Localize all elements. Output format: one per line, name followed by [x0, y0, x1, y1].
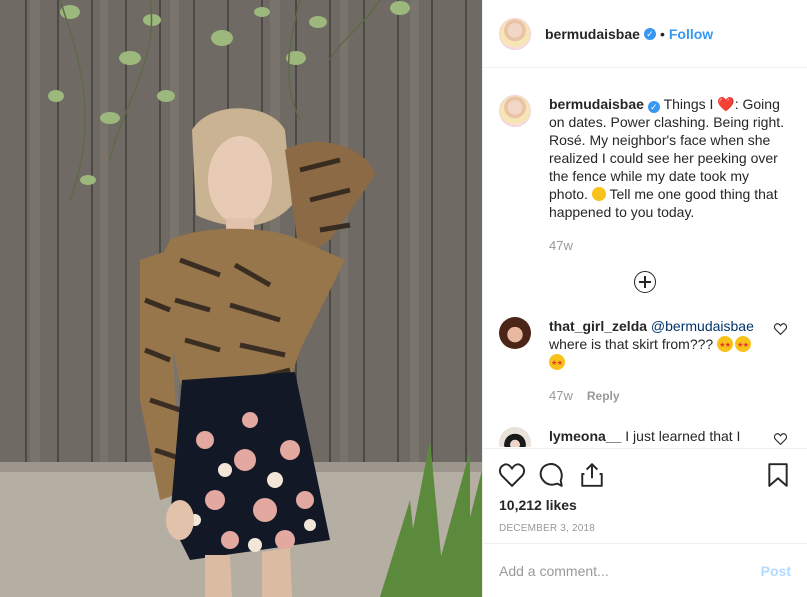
separator-dot: •: [659, 25, 665, 42]
comment-input[interactable]: [499, 562, 761, 579]
comment-item: lymeona__ I just learned that I: [483, 427, 807, 447]
comment-text: I just learned that I: [625, 428, 741, 444]
avatar[interactable]: [499, 17, 531, 50]
star-struck-emoji-icon: [549, 354, 565, 373]
commenter-avatar[interactable]: [499, 427, 531, 447]
reply-button[interactable]: Reply: [587, 389, 620, 403]
comment-heart-icon[interactable]: [774, 323, 787, 335]
comment-item: that_girl_zelda @bermudaisbae where is t…: [483, 317, 807, 405]
heart-icon[interactable]: [499, 462, 525, 488]
comment-text: where is that skirt from???: [549, 336, 714, 352]
post-actions-area: 10,212 likes December 3, 2018: [483, 448, 807, 542]
post-comment-button[interactable]: Post: [761, 563, 791, 579]
comments-list[interactable]: bermudaisbae ✓ Things I ❤️: Going on date…: [483, 69, 807, 447]
commenter-avatar[interactable]: [499, 317, 531, 349]
comment-mention[interactable]: @bermudaisbae: [651, 318, 754, 334]
verified-badge-icon: ✓: [643, 27, 656, 40]
caption-text-start: Things I: [663, 96, 718, 112]
comment-meta: 47w Reply: [549, 387, 759, 405]
comment-icon[interactable]: [539, 462, 565, 488]
comment-username[interactable]: that_girl_zelda: [549, 318, 647, 334]
red-heart-emoji-icon: ❤️: [717, 96, 735, 112]
post-photo[interactable]: [0, 0, 482, 597]
caption-timestamp[interactable]: 47w: [549, 237, 791, 255]
caption: bermudaisbae ✓ Things I ❤️: Going on date…: [483, 69, 807, 255]
comment-timestamp[interactable]: 47w: [549, 388, 573, 403]
add-comment-bar: Post: [483, 543, 807, 597]
likes-count[interactable]: 10,212 likes: [483, 489, 807, 513]
star-struck-emoji-icon: [735, 336, 752, 355]
post-sidebar: bermudaisbae ✓ • Follow bermudaisbae ✓ Th…: [482, 0, 807, 597]
bookmark-icon[interactable]: [765, 462, 791, 488]
smiling-emoji-icon: [591, 187, 606, 201]
share-icon[interactable]: [579, 462, 605, 488]
post-date[interactable]: December 3, 2018: [483, 513, 807, 534]
comment-username[interactable]: lymeona__: [549, 428, 621, 444]
caption-avatar[interactable]: [499, 95, 531, 127]
follow-button[interactable]: Follow: [669, 26, 713, 42]
comment-heart-icon[interactable]: [774, 433, 787, 445]
verified-badge-icon: ✓: [647, 101, 660, 113]
post-image: [0, 0, 482, 597]
caption-username[interactable]: bermudaisbae: [549, 96, 644, 112]
header-username[interactable]: bermudaisbae: [545, 26, 640, 42]
star-struck-emoji-icon: [717, 336, 734, 355]
plus-circle-icon[interactable]: [634, 271, 656, 293]
post-header: bermudaisbae ✓ • Follow: [483, 0, 807, 68]
action-bar: [483, 449, 807, 489]
